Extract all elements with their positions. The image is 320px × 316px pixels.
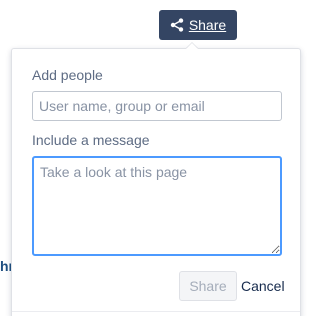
dialog-footer-divider (12, 311, 300, 312)
share-dialog: Add people Include a message Share Cance… (11, 48, 301, 316)
dialog-arrow-fill (186, 43, 198, 49)
share-trigger-label: Share (188, 17, 227, 33)
message-label: Include a message (32, 132, 150, 148)
share-icon (170, 18, 184, 32)
share-submit-button[interactable]: Share (179, 271, 237, 301)
add-people-label: Add people (32, 67, 103, 83)
share-trigger-button[interactable]: Share (159, 10, 237, 40)
add-people-input[interactable] (32, 91, 282, 121)
page: hr Share Add people Include a message Sh… (0, 0, 313, 316)
message-textarea[interactable] (32, 156, 282, 256)
cancel-button[interactable]: Cancel (241, 271, 285, 301)
